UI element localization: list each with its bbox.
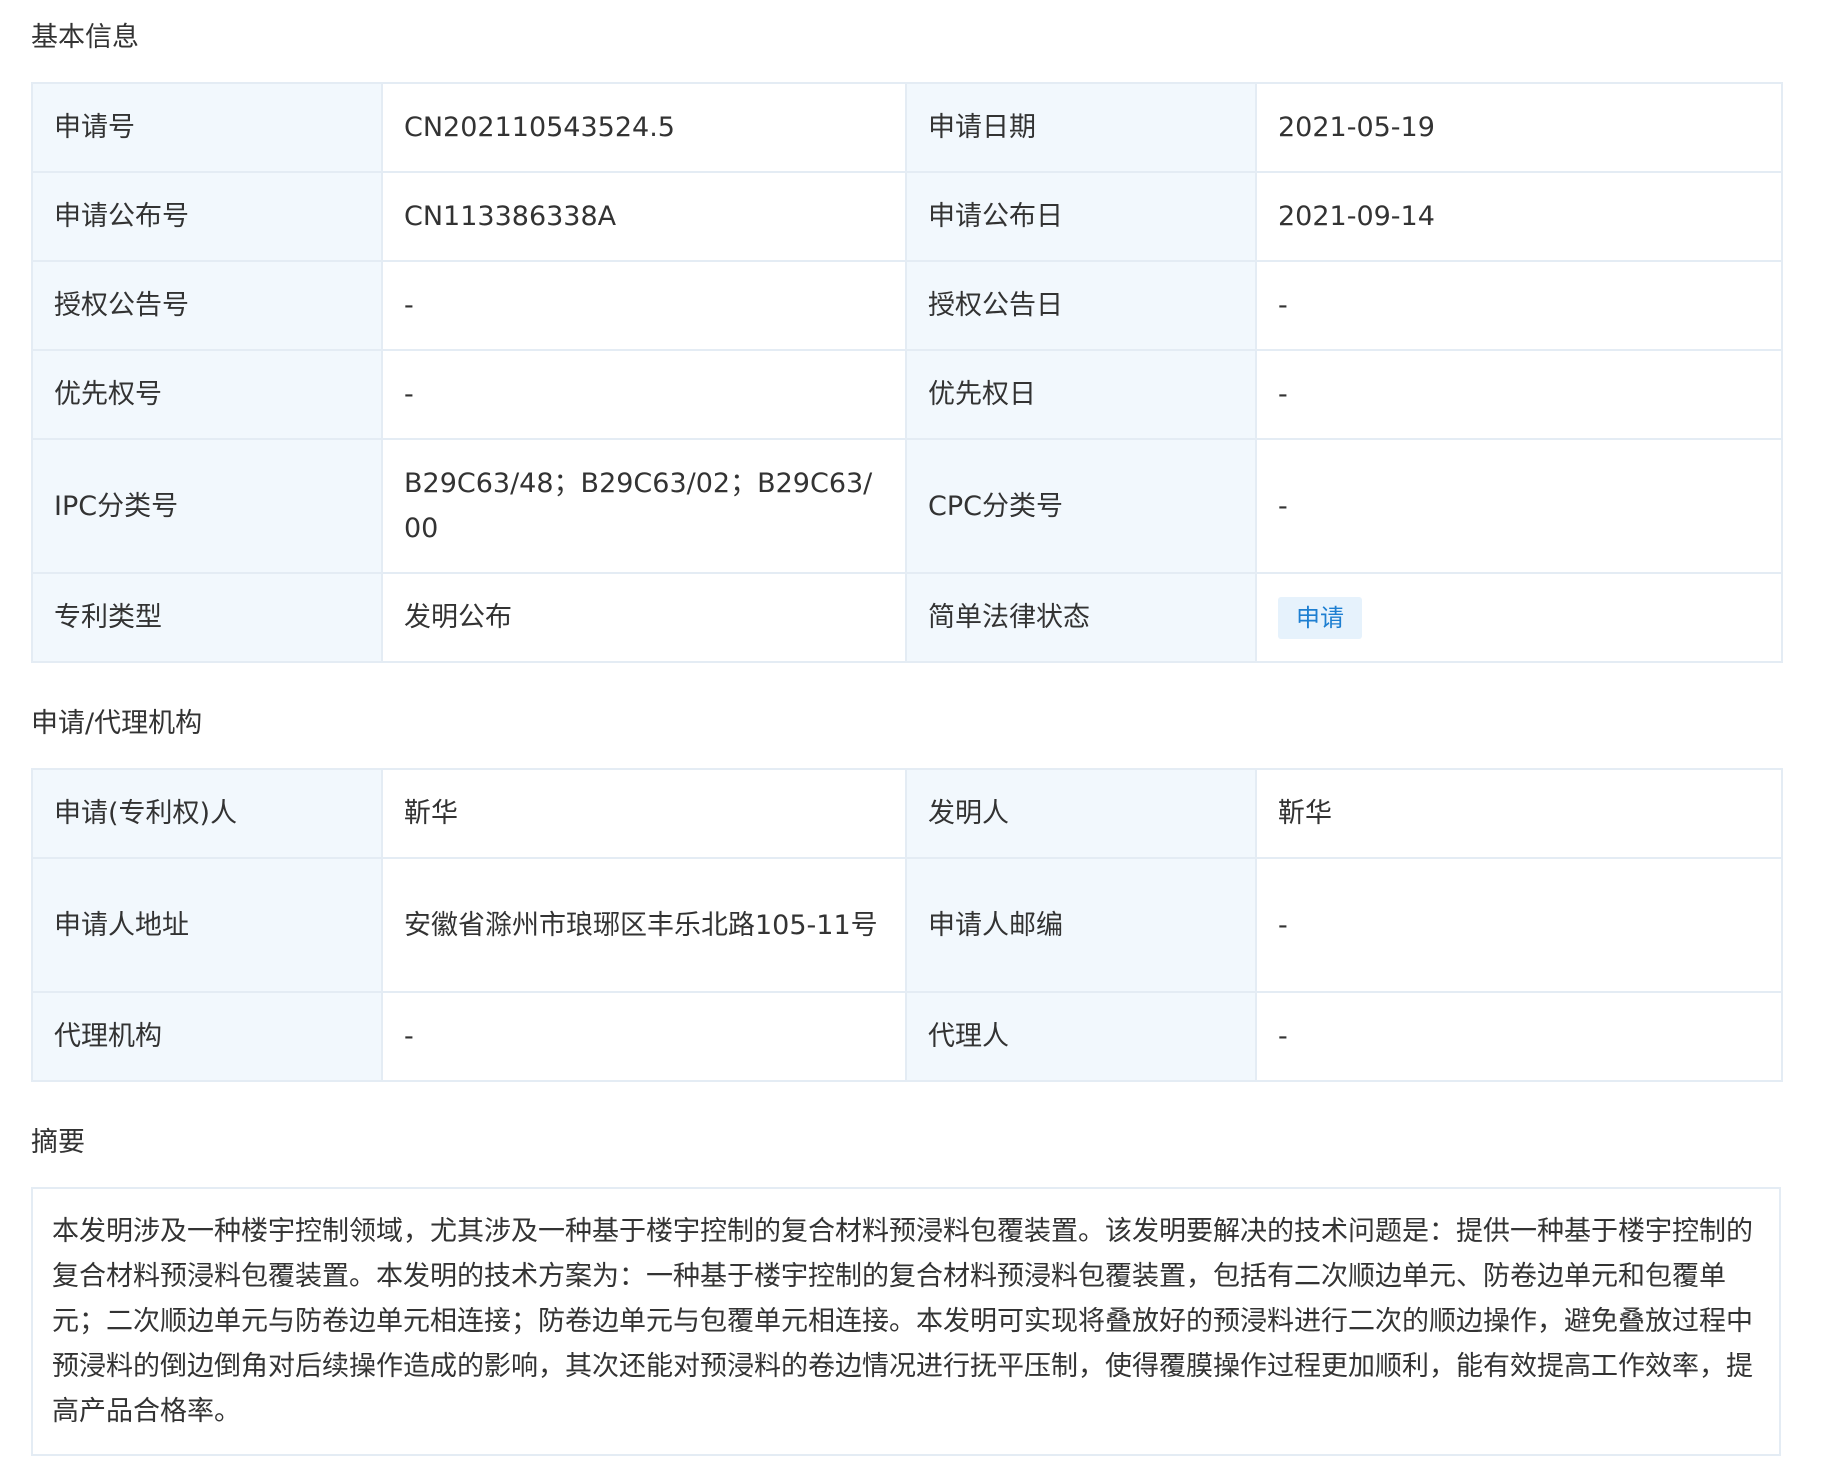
- table-row: 优先权号 - 优先权日 -: [31, 349, 1783, 440]
- table-row: 授权公告号 - 授权公告日 -: [31, 260, 1783, 351]
- priority-number-label: 优先权号: [31, 349, 383, 440]
- legal-status-label: 简单法律状态: [905, 572, 1257, 663]
- abstract-text: 本发明涉及一种楼宇控制领域，尤其涉及一种基于楼宇控制的复合材料预浸料包覆装置。该…: [31, 1187, 1781, 1456]
- basic-info-title: 基本信息: [31, 22, 139, 53]
- agent-value: -: [1255, 991, 1783, 1082]
- abstract-title: 摘要: [31, 1127, 85, 1158]
- applicant-address-label: 申请人地址: [31, 857, 383, 993]
- publication-number-label: 申请公布号: [31, 171, 383, 262]
- agency-table: 申请(专利权)人 靳华 发明人 靳华 申请人地址 安徽省滁州市琅琊区丰乐北路10…: [31, 768, 1783, 1082]
- priority-date-value: -: [1255, 349, 1783, 440]
- grant-date-value: -: [1255, 260, 1783, 351]
- cpc-class-label: CPC分类号: [905, 438, 1257, 574]
- inventor-label: 发明人: [905, 768, 1257, 859]
- table-row: 专利类型 发明公布 简单法律状态 申请: [31, 572, 1783, 663]
- application-number-value: CN202110543524.5: [381, 82, 907, 173]
- publication-number-value: CN113386338A: [381, 171, 907, 262]
- inventor-value: 靳华: [1255, 768, 1783, 859]
- ipc-class-label: IPC分类号: [31, 438, 383, 574]
- applicant-label: 申请(专利权)人: [31, 768, 383, 859]
- application-date-label: 申请日期: [905, 82, 1257, 173]
- grant-number-value: -: [381, 260, 907, 351]
- priority-number-value: -: [381, 349, 907, 440]
- applicant-postcode-value: -: [1255, 857, 1783, 993]
- table-row: 申请人地址 安徽省滁州市琅琊区丰乐北路105-11号 申请人邮编 -: [31, 857, 1783, 993]
- table-row: 申请号 CN202110543524.5 申请日期 2021-05-19: [31, 82, 1783, 173]
- patent-type-value: 发明公布: [381, 572, 907, 663]
- table-row: 申请(专利权)人 靳华 发明人 靳华: [31, 768, 1783, 859]
- application-number-label: 申请号: [31, 82, 383, 173]
- basic-info-table: 申请号 CN202110543524.5 申请日期 2021-05-19 申请公…: [31, 82, 1783, 663]
- agency-label: 代理机构: [31, 991, 383, 1082]
- grant-date-label: 授权公告日: [905, 260, 1257, 351]
- legal-status-cell: 申请: [1255, 572, 1783, 663]
- patent-type-label: 专利类型: [31, 572, 383, 663]
- applicant-address-value: 安徽省滁州市琅琊区丰乐北路105-11号: [381, 857, 907, 993]
- cpc-class-value: -: [1255, 438, 1783, 574]
- application-date-value: 2021-05-19: [1255, 82, 1783, 173]
- ipc-class-value: B29C63/48；B29C63/02；B29C63/00: [381, 438, 907, 574]
- priority-date-label: 优先权日: [905, 349, 1257, 440]
- agent-label: 代理人: [905, 991, 1257, 1082]
- applicant-postcode-label: 申请人邮编: [905, 857, 1257, 993]
- agency-title: 申请/代理机构: [31, 708, 203, 739]
- table-row: 代理机构 - 代理人 -: [31, 991, 1783, 1082]
- table-row: 申请公布号 CN113386338A 申请公布日 2021-09-14: [31, 171, 1783, 262]
- table-row: IPC分类号 B29C63/48；B29C63/02；B29C63/00 CPC…: [31, 438, 1783, 574]
- agency-value: -: [381, 991, 907, 1082]
- publication-date-label: 申请公布日: [905, 171, 1257, 262]
- legal-status-badge: 申请: [1278, 597, 1362, 639]
- publication-date-value: 2021-09-14: [1255, 171, 1783, 262]
- patent-detail-page: 基本信息 申请号 CN202110543524.5 申请日期 2021-05-1…: [0, 0, 1825, 1478]
- grant-number-label: 授权公告号: [31, 260, 383, 351]
- applicant-value: 靳华: [381, 768, 907, 859]
